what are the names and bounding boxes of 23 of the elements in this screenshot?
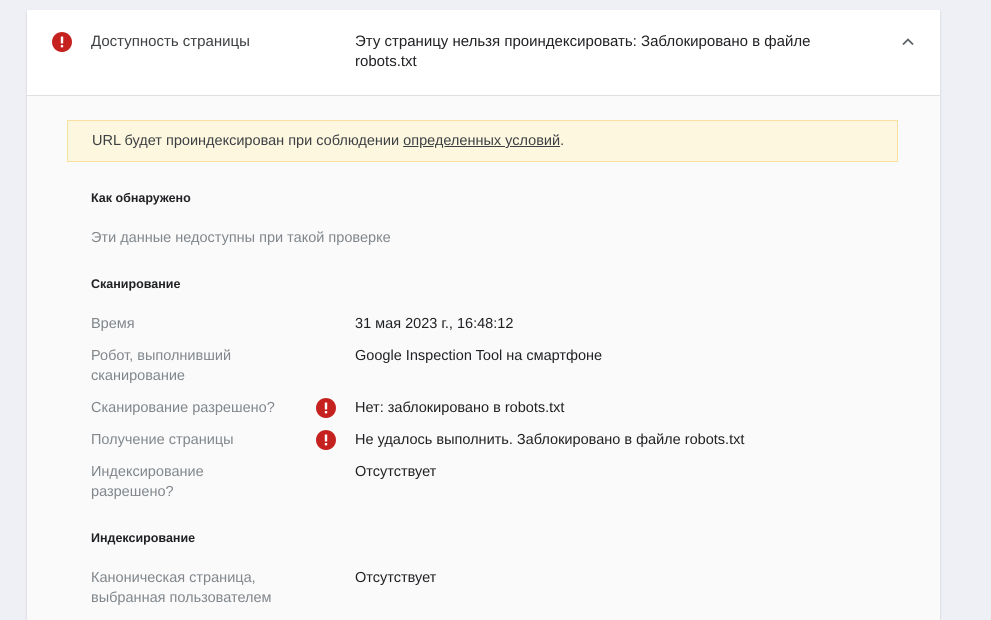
section-note: Эти данные недоступны при такой проверке	[91, 229, 392, 248]
field-label: Индексирование разрешено?	[91, 463, 205, 502]
error-icon	[52, 32, 72, 52]
error-icon	[316, 398, 336, 418]
field-value: Нет: заблокировано в robots.txt	[355, 399, 566, 418]
field-label: Получение страницы	[91, 431, 235, 450]
section-title: Как обнаружено	[91, 190, 192, 206]
conditions-link[interactable]: определенных условий	[403, 133, 560, 149]
status-label: Доступность страницы	[91, 32, 251, 52]
field-value: Отсутствует	[355, 463, 438, 482]
field-value: Google Inspection Tool на смартфоне	[355, 347, 604, 366]
section-title: Сканирование	[91, 276, 182, 292]
field-label: Каноническая страница, выбранная пользователем	[91, 569, 273, 608]
section-title: Индексирование	[91, 530, 196, 546]
field-label: Сканирование разрешено?	[91, 399, 276, 418]
error-icon	[316, 430, 336, 450]
field-value: Не удалось выполнить. Заблокировано в файле robots.txt	[355, 431, 746, 450]
field-label: Робот, выполнивший сканирование	[91, 347, 232, 386]
status-value: Эту страницу нельзя проиндексировать: Заблокировано в файле robots.txt	[355, 32, 812, 72]
field-value: 31 мая 2023 г., 16:48:12	[355, 315, 514, 334]
field-value: Отсутствует	[355, 569, 438, 588]
info-banner: URL будет проиндексирован при соблюдении определенных условий.	[67, 120, 898, 162]
field-label: Время	[91, 315, 136, 334]
